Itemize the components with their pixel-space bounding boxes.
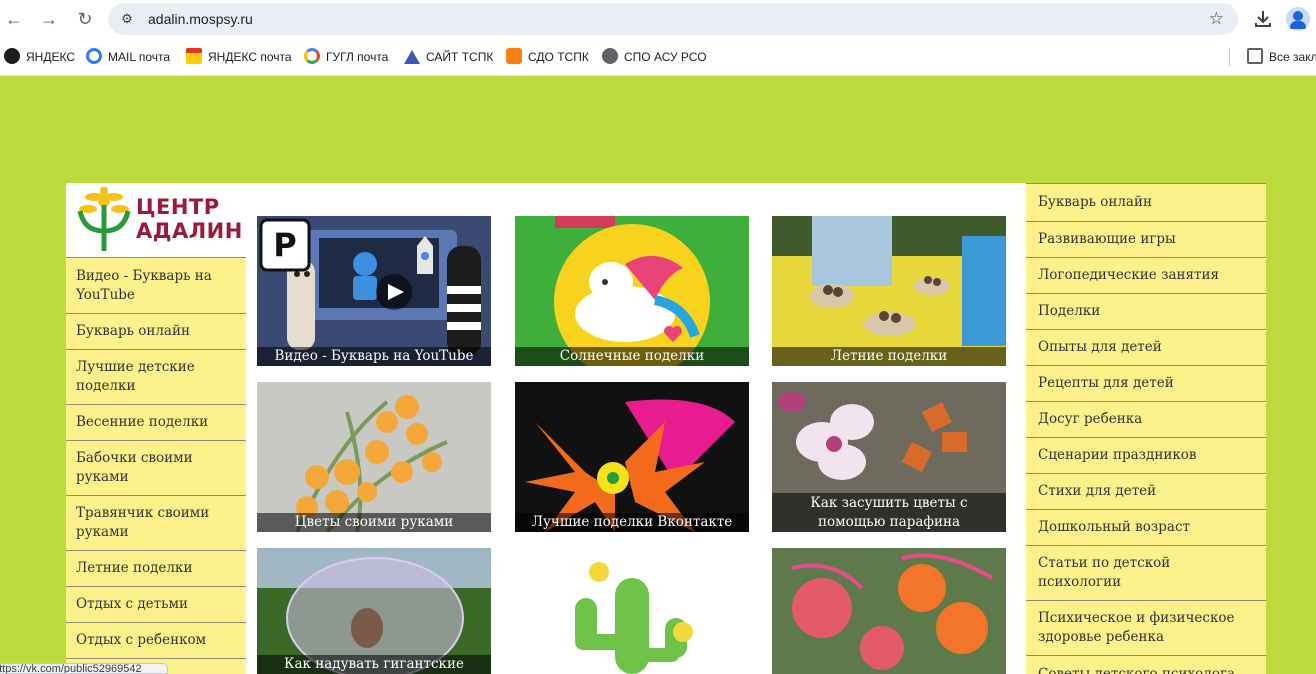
browser-toolbar: ← → ↻ ⚙ adalin.mospsy.ru ☆ [0,0,1316,38]
left-menu: Видео - Букварь на YouTube Букварь онлай… [66,257,246,674]
right-menu-item[interactable]: Развивающие игры [1026,221,1266,257]
site-info-icon[interactable]: ⚙ [117,9,137,29]
yandex-mail-icon [186,48,202,64]
folder-icon [1247,48,1263,64]
moodle-icon [506,48,522,64]
tile-video-bukvar[interactable]: Р Видео - Букварь на YouTube [257,216,491,366]
right-menu-item[interactable]: Опыты для детей [1026,329,1266,365]
left-menu-item[interactable]: Отдых с детьми [66,586,246,622]
download-icon[interactable] [1252,8,1274,30]
globe-icon [602,48,618,64]
url-text[interactable]: adalin.mospsy.ru [148,11,253,27]
left-menu-item[interactable]: Лучшие детские поделки [66,349,246,404]
bookmark-spo-asu[interactable]: СПО АСУ РСО [602,48,707,66]
site-logo[interactable]: ЦЕНТР АДАЛИН [66,183,246,257]
left-menu-item[interactable]: Летние поделки [66,550,246,586]
bookmarks-separator [1229,48,1230,66]
tile-caption: Видео - Букварь на YouTube [257,347,491,366]
tile-cactus[interactable] [515,548,749,674]
right-menu-item[interactable]: Сценарии праздников [1026,437,1266,473]
right-menu: Букварь онлайн Развивающие игры Логопеди… [1026,183,1266,674]
bukvar-letter: Р [273,226,297,264]
google-g-icon [304,48,320,64]
right-menu-item[interactable]: Статьи по детской психологии [1026,545,1266,600]
tile-paper-butterflies[interactable] [772,548,1006,674]
right-menu-item[interactable]: Поделки [1026,293,1266,329]
tile-caption: Солнечные поделки [515,347,749,366]
bookmark-yandex[interactable]: ЯНДЕКС [4,48,75,66]
right-menu-item[interactable]: Рецепты для детей [1026,365,1266,401]
left-menu-item[interactable]: Травянчик своими руками [66,495,246,550]
origami-craft-photo [515,382,749,532]
tile-caption: Летние поделки [772,347,1006,366]
cactus-craft-image [515,548,749,674]
site-triangle-icon [404,50,420,64]
yandex-plus-icon [4,48,20,64]
tile-caption: Цветы своими руками [257,513,491,532]
bookmark-mail[interactable]: MAIL почта [86,48,170,66]
profile-avatar-icon[interactable] [1286,7,1310,31]
right-menu-item[interactable]: Дошкольный возраст [1026,509,1266,545]
left-menu-item[interactable]: Весенние поделки [66,404,246,440]
mimosa-craft-photo [257,382,491,532]
bookmark-star-icon[interactable]: ☆ [1209,9,1224,29]
right-menu-item[interactable]: Стихи для детей [1026,473,1266,509]
tile-giant-bubbles[interactable]: Как надувать гигантские [257,548,491,674]
tile-caption: Лучшие поделки Вконтакте [515,513,749,532]
right-menu-item[interactable]: Советы детского психолога [1026,655,1266,674]
unicorn-craft-image [515,216,749,366]
bookmarks-bar: ЯНДЕКС MAIL почта ЯНДЕКС почта ГУГЛ почт… [0,38,1316,76]
right-menu-item[interactable]: Букварь онлайн [1026,183,1266,221]
tile-caption: Как надувать гигантские [257,655,491,674]
tile-summer-crafts[interactable]: Летние поделки [772,216,1006,366]
bookmark-gmail[interactable]: ГУГЛ почта [304,48,388,66]
back-icon[interactable]: ← [2,7,26,31]
tile-dry-flowers[interactable]: Как засушить цветы с помощью парафина [772,382,1006,532]
right-menu-item[interactable]: Психическое и физическое здоровье ребенк… [1026,600,1266,655]
forward-icon[interactable]: → [37,7,61,31]
bookmark-sdo-tspk[interactable]: СДО ТСПК [506,48,589,66]
bookmark-yandex-mail[interactable]: ЯНДЕКС почта [186,48,292,66]
right-menu-item[interactable]: Логопедические занятия [1026,257,1266,293]
kids-crafts-photo [772,216,1006,366]
left-menu-item[interactable]: Бабочки своими руками [66,440,246,495]
left-menu-item[interactable]: Видео - Букварь на YouTube [66,257,246,313]
flower-logo-icon [77,187,131,251]
right-menu-item[interactable]: Досуг ребенка [1026,401,1266,437]
left-menu-item[interactable]: Отдых с ребенком [66,622,246,658]
all-bookmarks-folder[interactable]: Все закл [1247,48,1316,66]
paper-butterflies-photo [772,548,1006,674]
tile-best-vk[interactable]: Лучшие поделки Вконтакте [515,382,749,532]
reload-icon[interactable]: ↻ [73,7,97,31]
status-url-bar: https://vk.com/public52969542 [0,663,168,674]
left-menu-item[interactable]: Букварь онлайн [66,313,246,349]
mail-ru-icon [86,48,102,64]
logo-text: ЦЕНТР АДАЛИН [136,195,243,243]
tile-solar-crafts[interactable]: Солнечные поделки [515,216,749,366]
bookmark-site-tspk[interactable]: САЙТ ТСПК [404,48,493,66]
tile-caption: Как засушить цветы с помощью парафина [772,493,1006,532]
address-bar[interactable]: ⚙ adalin.mospsy.ru ☆ [108,3,1238,35]
tile-flowers[interactable]: Цветы своими руками [257,382,491,532]
